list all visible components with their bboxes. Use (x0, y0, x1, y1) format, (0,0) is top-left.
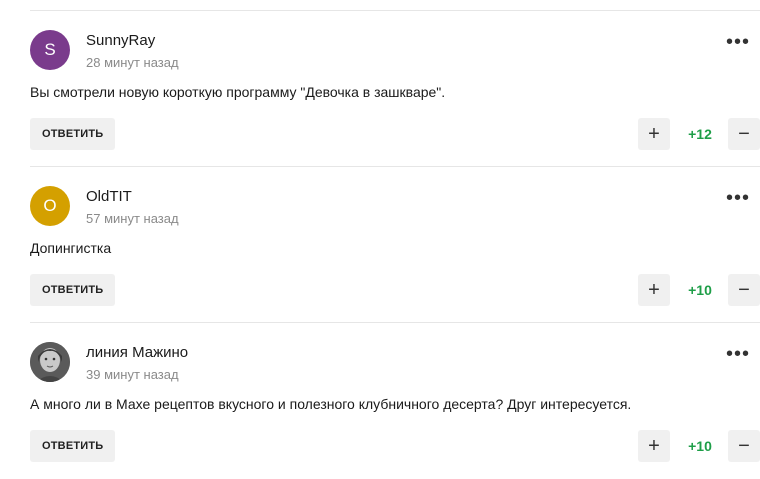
reply-button[interactable]: ОТВЕТИТЬ (30, 274, 116, 306)
more-dots-icon[interactable]: ••• (726, 32, 750, 52)
minus-icon: − (738, 278, 750, 301)
comment: O OldTIT 57 минут назад ••• Допингистка … (30, 166, 760, 323)
comment-time: 28 минут назад (86, 55, 179, 70)
plus-icon: + (648, 122, 660, 145)
avatar[interactable] (30, 342, 70, 382)
downvote-button[interactable]: − (728, 274, 760, 306)
comment: линия Мажино 39 минут назад ••• А много … (30, 322, 760, 479)
comment-time: 39 минут назад (86, 367, 179, 382)
comment-score: +12 (688, 126, 712, 142)
more-dots-icon[interactable]: ••• (726, 188, 750, 208)
comment-score: +10 (688, 438, 712, 454)
reply-button[interactable]: ОТВЕТИТЬ (30, 118, 116, 150)
comment-text: А много ли в Махе рецептов вкусного и по… (30, 396, 632, 412)
comment-author[interactable]: OldTIT (86, 188, 132, 205)
minus-icon: − (738, 434, 750, 457)
comments-feed: S SunnyRay 28 минут назад ••• Вы смотрел… (0, 0, 760, 462)
comment-score: +10 (688, 282, 712, 298)
avatar[interactable]: S (30, 30, 70, 70)
downvote-button[interactable]: − (728, 118, 760, 150)
upvote-button[interactable]: + (638, 118, 670, 150)
upvote-button[interactable]: + (638, 430, 670, 462)
comment-author[interactable]: SunnyRay (86, 32, 155, 49)
comment-time: 57 минут назад (86, 211, 179, 226)
user-photo-icon (30, 342, 70, 382)
avatar[interactable]: O (30, 186, 70, 226)
more-dots-icon[interactable]: ••• (726, 344, 750, 364)
comment-text: Допингистка (30, 240, 112, 256)
avatar-letter: O (43, 196, 57, 215)
comment-author[interactable]: линия Мажино (86, 344, 188, 361)
reply-button[interactable]: ОТВЕТИТЬ (30, 430, 116, 462)
comment: S SunnyRay 28 минут назад ••• Вы смотрел… (30, 10, 760, 167)
minus-icon: − (738, 122, 750, 145)
plus-icon: + (648, 434, 660, 457)
downvote-button[interactable]: − (728, 430, 760, 462)
comment-text: Вы смотрели новую короткую программу "Де… (30, 84, 446, 100)
upvote-button[interactable]: + (638, 274, 670, 306)
plus-icon: + (648, 278, 660, 301)
avatar-letter: S (44, 40, 56, 59)
